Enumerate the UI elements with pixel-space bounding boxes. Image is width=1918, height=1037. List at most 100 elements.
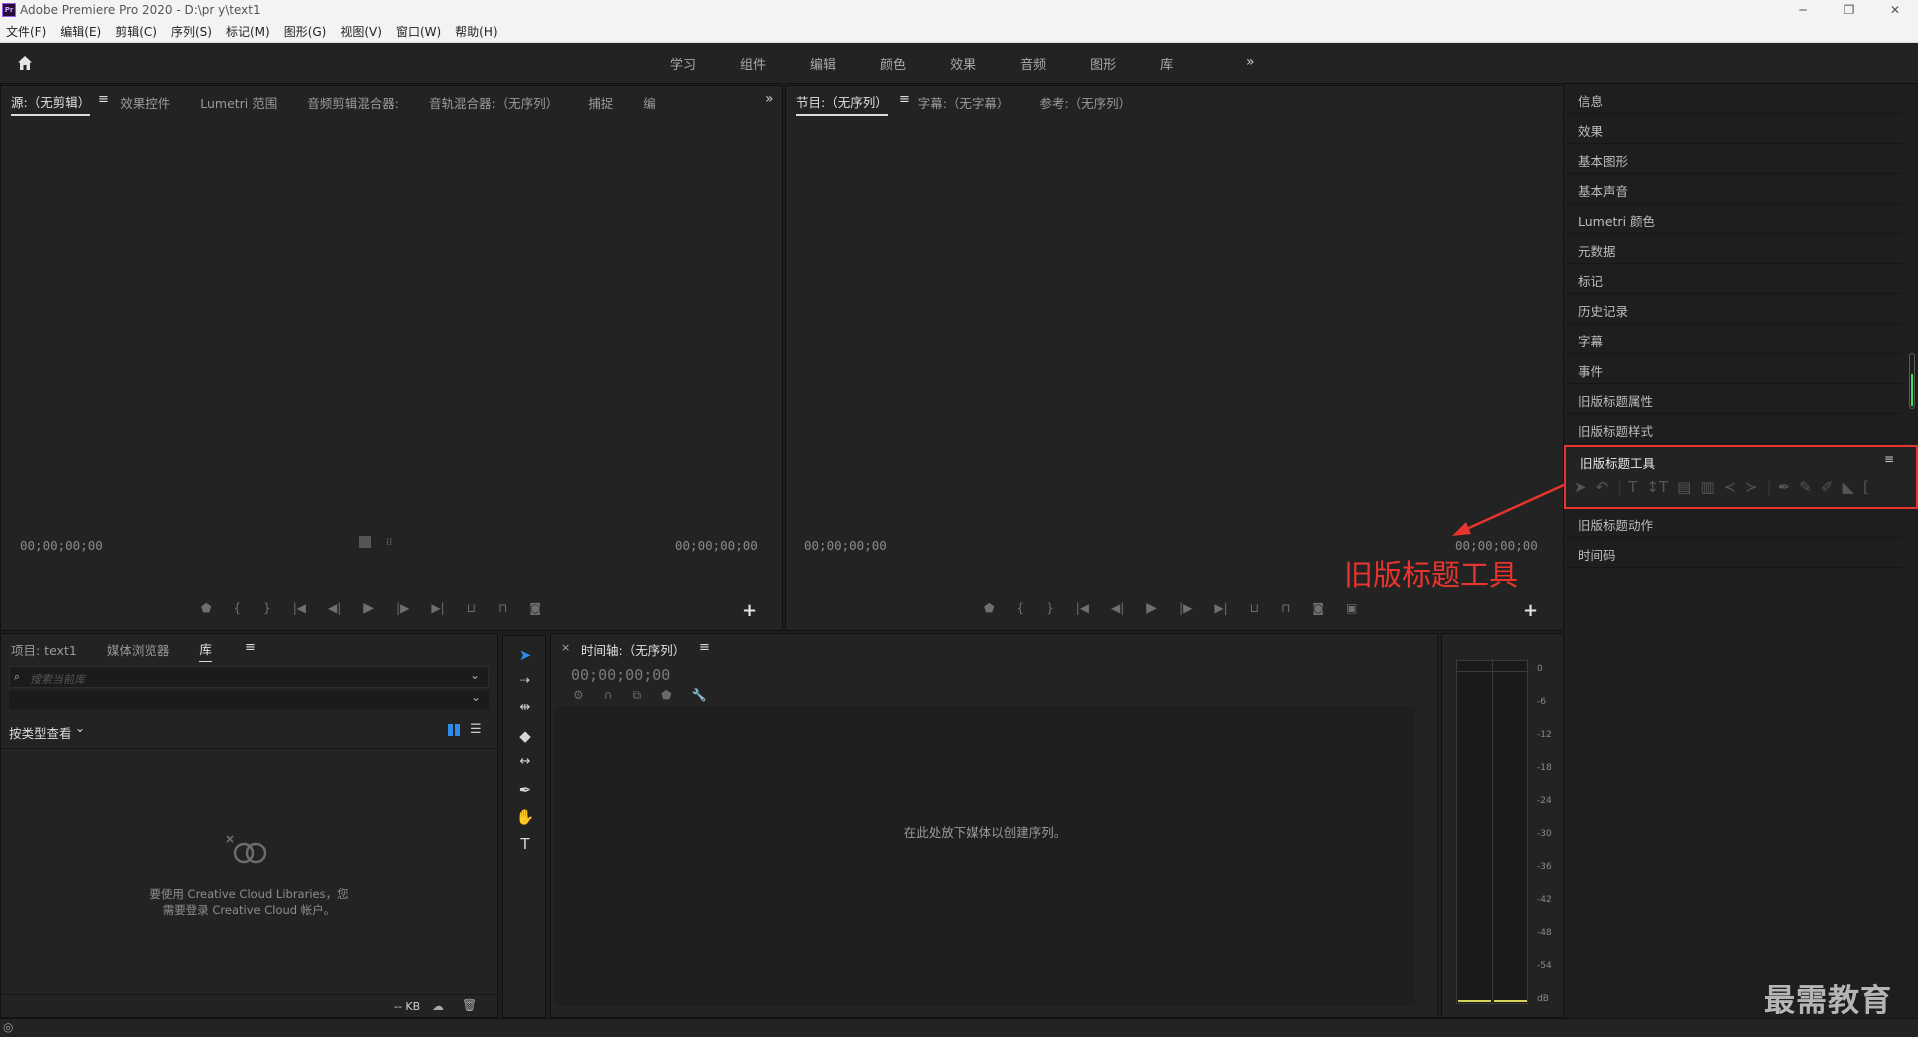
go-to-out-icon[interactable]: ▶|: [431, 601, 444, 615]
step-back-icon[interactable]: ◀|: [1111, 601, 1124, 615]
pen-tool-icon[interactable]: ✒: [513, 781, 537, 803]
extract-icon[interactable]: ⊓: [1281, 601, 1290, 615]
wrench-icon[interactable]: 🔧: [692, 688, 707, 703]
add-marker-icon[interactable]: ⬟: [984, 601, 994, 615]
panel-essential-sound[interactable]: 基本声音: [1566, 175, 1902, 204]
program-panel-menu-icon[interactable]: ≡: [899, 92, 910, 107]
track-select-tool-icon[interactable]: ⇢: [513, 673, 537, 695]
add-marker-icon[interactable]: ⬟: [201, 601, 211, 615]
view-by-type-dropdown[interactable]: 按类型查看: [9, 723, 72, 742]
resolution-icon[interactable]: ⁞⁞: [386, 537, 392, 548]
menu-marker[interactable]: 标记(M): [226, 23, 270, 40]
overwrite-icon[interactable]: ⊓: [498, 601, 507, 615]
type-tool-icon[interactable]: T: [1628, 478, 1637, 496]
menu-help[interactable]: 帮助(H): [455, 23, 497, 40]
close-button[interactable]: ✕: [1872, 0, 1918, 21]
tab-effect-controls[interactable]: 效果控件: [120, 87, 170, 115]
source-panel-menu-icon[interactable]: ≡: [98, 92, 109, 107]
panel-timecode[interactable]: 时间码: [1566, 539, 1902, 568]
insert-icon[interactable]: ⊔: [467, 601, 476, 615]
snap-icon[interactable]: ∩: [604, 688, 613, 703]
delete-anchor-tool-icon[interactable]: ✐: [1821, 478, 1834, 496]
add-marker-icon[interactable]: ⬟: [661, 688, 671, 703]
mark-out-icon[interactable]: }: [263, 601, 271, 615]
tab-reference[interactable]: 参考:（无序列）: [1039, 87, 1131, 115]
menu-sequence[interactable]: 序列(S): [171, 23, 212, 40]
menu-file[interactable]: 文件(F): [6, 23, 46, 40]
home-icon[interactable]: [16, 54, 34, 72]
panel-legacy-title-properties[interactable]: 旧版标题属性: [1566, 385, 1902, 414]
rectangle-tool-icon[interactable]: [: [1863, 478, 1869, 496]
tab-libraries[interactable]: 库: [199, 634, 212, 662]
workspace-effects[interactable]: 效果: [950, 54, 976, 73]
panel-info[interactable]: 信息: [1566, 85, 1902, 114]
linked-selection-icon[interactable]: ⧉: [633, 688, 642, 703]
export-frame-icon[interactable]: ◙: [529, 601, 541, 615]
type-tool-icon[interactable]: T: [513, 835, 537, 857]
scrollbar-thumb[interactable]: [1909, 353, 1915, 409]
chevron-down-icon[interactable]: ⌄: [471, 690, 481, 704]
play-icon[interactable]: ▶: [363, 600, 374, 616]
step-forward-icon[interactable]: |▶: [1179, 601, 1192, 615]
mark-out-icon[interactable]: }: [1046, 601, 1054, 615]
tab-capture[interactable]: 捕捉: [588, 87, 613, 115]
legacy-title-tools-title[interactable]: 旧版标题工具: [1580, 453, 1655, 472]
restore-button[interactable]: ❐: [1826, 0, 1872, 21]
timeline-drop-area[interactable]: 在此处放下媒体以创建序列。: [555, 706, 1415, 1006]
go-to-in-icon[interactable]: |◀: [1076, 601, 1089, 615]
go-to-out-icon[interactable]: ▶|: [1214, 601, 1227, 615]
panel-events[interactable]: 事件: [1566, 355, 1902, 384]
program-timecode-current[interactable]: 00;00;00;00: [804, 538, 887, 553]
panel-captions[interactable]: 字幕: [1566, 325, 1902, 354]
cloud-sync-icon[interactable]: ☁: [432, 999, 444, 1013]
panel-markers[interactable]: 标记: [1566, 265, 1902, 294]
legacy-title-tools-menu-icon[interactable]: ≡: [1884, 452, 1894, 466]
tab-audio-clip-mixer[interactable]: 音频剪辑混合器:: [307, 87, 399, 115]
chevron-down-icon[interactable]: ⌄: [75, 721, 85, 735]
tab-lumetri-scopes[interactable]: Lumetri 范围: [200, 87, 277, 115]
timeline-title[interactable]: 时间轴:（无序列）: [581, 640, 685, 659]
menu-edit[interactable]: 编辑(E): [60, 23, 101, 40]
menu-window[interactable]: 窗口(W): [396, 23, 441, 40]
mark-in-icon[interactable]: {: [233, 601, 241, 615]
status-sync-icon[interactable]: ◎: [3, 1020, 13, 1034]
menu-graphics[interactable]: 图形(G): [284, 23, 327, 40]
panel-effects[interactable]: 效果: [1566, 115, 1902, 144]
lift-icon[interactable]: ⊔: [1250, 601, 1259, 615]
add-anchor-tool-icon[interactable]: ✎: [1799, 478, 1812, 496]
fit-dropdown-icon[interactable]: [359, 536, 371, 548]
export-frame-icon[interactable]: ◙: [1312, 601, 1324, 615]
panel-legacy-title-styles[interactable]: 旧版标题样式: [1566, 415, 1902, 444]
panel-metadata[interactable]: 元数据: [1566, 235, 1902, 264]
grid-view-icon[interactable]: [448, 724, 460, 736]
vertical-path-type-tool-icon[interactable]: ≻: [1745, 478, 1758, 496]
pen-tool-icon[interactable]: ✒: [1778, 478, 1791, 496]
mark-in-icon[interactable]: {: [1016, 601, 1024, 615]
selection-tool-icon[interactable]: ➤: [513, 646, 537, 668]
chevron-down-icon[interactable]: ⌄: [470, 668, 480, 682]
timeline-menu-icon[interactable]: ≡: [699, 640, 710, 655]
tab-captions[interactable]: 字幕:（无字幕）: [918, 87, 1010, 115]
workspace-graphics[interactable]: 图形: [1090, 54, 1116, 73]
workspace-editing[interactable]: 编辑: [810, 54, 836, 73]
close-icon[interactable]: ×: [561, 641, 570, 654]
tab-program[interactable]: 节目:（无序列）: [796, 86, 888, 116]
step-back-icon[interactable]: ◀|: [328, 601, 341, 615]
minimize-button[interactable]: ─: [1780, 0, 1826, 21]
workspace-assembly[interactable]: 组件: [740, 54, 766, 73]
tab-media-browser[interactable]: 媒体浏览器: [107, 634, 170, 662]
panel-overflow-button[interactable]: »: [765, 91, 774, 107]
panel-legacy-title-actions[interactable]: 旧版标题动作: [1566, 509, 1902, 538]
workspace-learn[interactable]: 学习: [670, 54, 696, 73]
panel-essential-graphics[interactable]: 基本图形: [1566, 145, 1902, 174]
comparison-view-icon[interactable]: ▣: [1346, 601, 1357, 615]
workspace-more-button[interactable]: »: [1246, 54, 1255, 70]
library-search-field[interactable]: ⌕ 搜索当前库 ⌄: [9, 666, 489, 688]
library-select[interactable]: ⌄: [9, 690, 489, 709]
hand-tool-icon[interactable]: ✋: [513, 808, 537, 830]
path-type-tool-icon[interactable]: ≺: [1724, 478, 1737, 496]
step-forward-icon[interactable]: |▶: [396, 601, 409, 615]
panel-lumetri-color[interactable]: Lumetri 颜色: [1566, 205, 1902, 234]
timeline-timecode[interactable]: 00;00;00;00: [571, 666, 670, 684]
panel-history[interactable]: 历史记录: [1566, 295, 1902, 324]
